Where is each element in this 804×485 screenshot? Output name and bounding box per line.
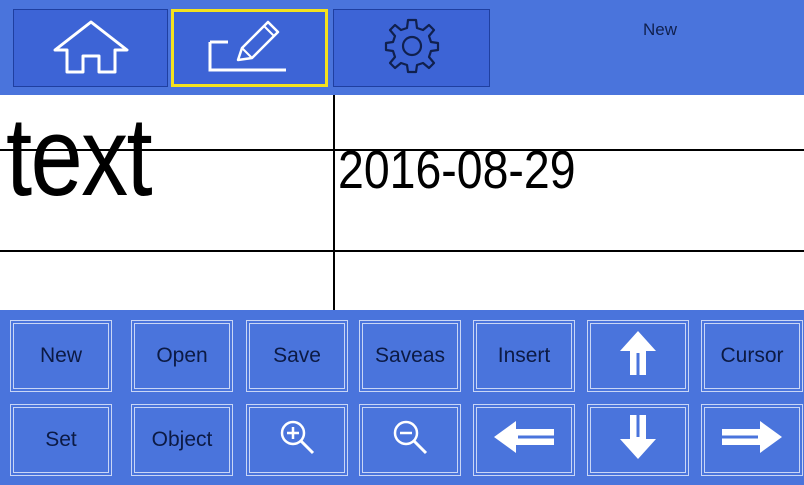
move-down-button[interactable]	[587, 404, 689, 476]
zoom-in-icon	[277, 417, 317, 463]
open-button[interactable]: Open	[131, 320, 233, 392]
move-right-button[interactable]	[701, 404, 803, 476]
tab-settings[interactable]	[333, 9, 490, 87]
canvas-guide-line-bottom	[0, 250, 804, 252]
keypad: New Open Save Saveas Insert Cursor Set O…	[0, 310, 804, 485]
arrow-left-icon	[492, 419, 556, 461]
document-name: New	[642, 20, 677, 39]
tab-home[interactable]	[13, 9, 168, 87]
arrow-up-icon	[618, 329, 658, 383]
arrow-down-icon	[618, 413, 658, 467]
cursor-button-label: Cursor	[720, 344, 784, 367]
gear-icon	[380, 14, 444, 83]
object-button[interactable]: Object	[131, 404, 233, 476]
save-button[interactable]: Save	[246, 320, 348, 392]
label-canvas[interactable]: text 2016-08-29	[0, 95, 804, 310]
move-left-button[interactable]	[473, 404, 575, 476]
zoom-out-icon	[390, 417, 430, 463]
insert-button-label: Insert	[497, 344, 551, 367]
object-button-label: Object	[151, 428, 213, 451]
open-button-label: Open	[156, 344, 208, 367]
tab-edit[interactable]	[171, 9, 328, 87]
arrow-right-icon	[720, 419, 784, 461]
date-object[interactable]: 2016-08-29	[338, 140, 576, 200]
canvas-divider	[333, 95, 335, 310]
text-object[interactable]: text	[6, 97, 153, 217]
move-up-button[interactable]	[587, 320, 689, 392]
home-icon	[51, 18, 131, 79]
saveas-button[interactable]: Saveas	[359, 320, 461, 392]
zoom-out-button[interactable]	[359, 404, 461, 476]
set-button-label: Set	[45, 428, 77, 451]
cursor-button[interactable]: Cursor	[701, 320, 803, 392]
top-toolbar: New	[0, 0, 804, 95]
pencil-icon	[202, 18, 298, 79]
saveas-button-label: Saveas	[374, 344, 446, 367]
new-button[interactable]: New	[10, 320, 112, 392]
save-button-label: Save	[273, 344, 321, 367]
set-button[interactable]: Set	[10, 404, 112, 476]
new-button-label: New	[39, 344, 82, 367]
zoom-in-button[interactable]	[246, 404, 348, 476]
insert-button[interactable]: Insert	[473, 320, 575, 392]
